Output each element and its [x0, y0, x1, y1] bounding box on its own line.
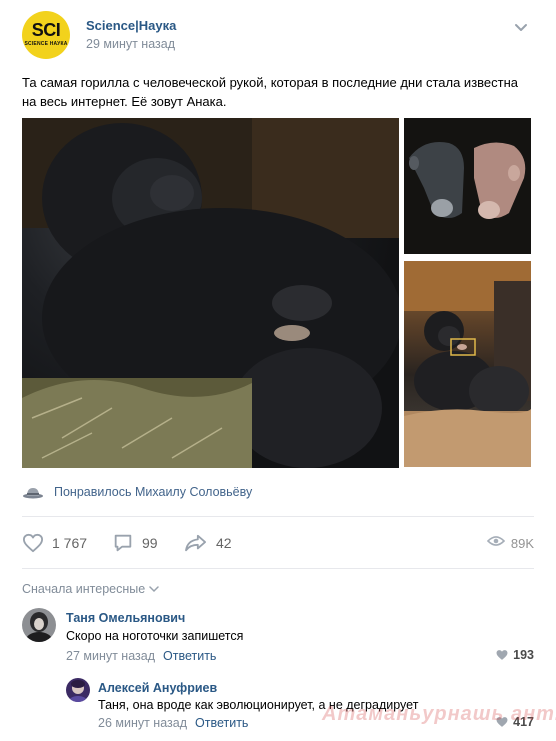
- hat-icon: [22, 485, 44, 499]
- like-count: 1 767: [52, 535, 88, 551]
- sort-label: Сначала интересные: [22, 582, 146, 596]
- comment-count: 99: [142, 535, 158, 551]
- share-count: 42: [216, 535, 232, 551]
- heart-icon: [22, 533, 44, 553]
- comment-item: Таня Омельянович Скоро на ноготочки запи…: [22, 608, 534, 668]
- chevron-down-icon[interactable]: [513, 20, 529, 34]
- heart-icon: [496, 650, 508, 660]
- comment-meta: 26 минут назад Ответить: [98, 716, 248, 730]
- chevron-down-icon: [149, 586, 159, 593]
- group-avatar[interactable]: SCI SCIENCE НАУКА: [22, 11, 70, 59]
- post-text: Та самая горилла с человеческой рукой, к…: [22, 75, 519, 109]
- views-counter: 89K: [486, 530, 534, 556]
- comment-like-button[interactable]: 193: [495, 648, 534, 662]
- watermark: Атаманьурнашь ант.ЯП: [322, 703, 556, 725]
- reply-button[interactable]: Ответить: [195, 716, 248, 730]
- comment-time[interactable]: 27 минут назад: [66, 649, 155, 663]
- divider: [22, 516, 534, 517]
- comment-text: Скоро на ноготочки запишется: [66, 629, 244, 643]
- like-button[interactable]: 1 767: [22, 530, 87, 556]
- comments-sort-dropdown[interactable]: Сначала интересные: [22, 582, 159, 596]
- avatar-logo-subtext: SCIENCE НАУКА: [24, 41, 68, 47]
- comment-icon: [112, 532, 134, 554]
- commenter-avatar[interactable]: [22, 608, 56, 642]
- avatar-logo-text: SCI: [31, 20, 61, 40]
- comment-time[interactable]: 26 минут назад: [98, 716, 187, 730]
- commenter-avatar[interactable]: [66, 678, 90, 702]
- comment-button[interactable]: 99: [112, 530, 158, 556]
- reply-button[interactable]: Ответить: [163, 649, 216, 663]
- views-count: 89K: [510, 535, 534, 551]
- group-name-link[interactable]: Science|Наука: [86, 18, 176, 33]
- comment-meta: 27 минут назад Ответить: [66, 649, 216, 663]
- likers-text[interactable]: Понравилось Михаилу Соловьёву: [54, 485, 252, 499]
- share-arrow-icon: [184, 533, 208, 553]
- share-button[interactable]: 42: [184, 530, 232, 556]
- comment-author-link[interactable]: Таня Омельянович: [66, 611, 185, 625]
- comment-like-count: 193: [513, 648, 534, 662]
- post-timestamp[interactable]: 29 минут назад: [86, 37, 175, 51]
- divider: [22, 568, 534, 569]
- post-photo-hands[interactable]: [404, 118, 531, 254]
- post-actions: 1 767 99 42 89K: [22, 530, 534, 556]
- eye-icon: [486, 534, 505, 552]
- post-header: SCI SCIENCE НАУКА Science|Наука 29 минут…: [0, 0, 556, 70]
- post-photo-main[interactable]: [22, 118, 399, 468]
- comment-author-link[interactable]: Алексей Ануфриев: [98, 681, 217, 695]
- post-photo-baby-gorilla[interactable]: [404, 261, 531, 467]
